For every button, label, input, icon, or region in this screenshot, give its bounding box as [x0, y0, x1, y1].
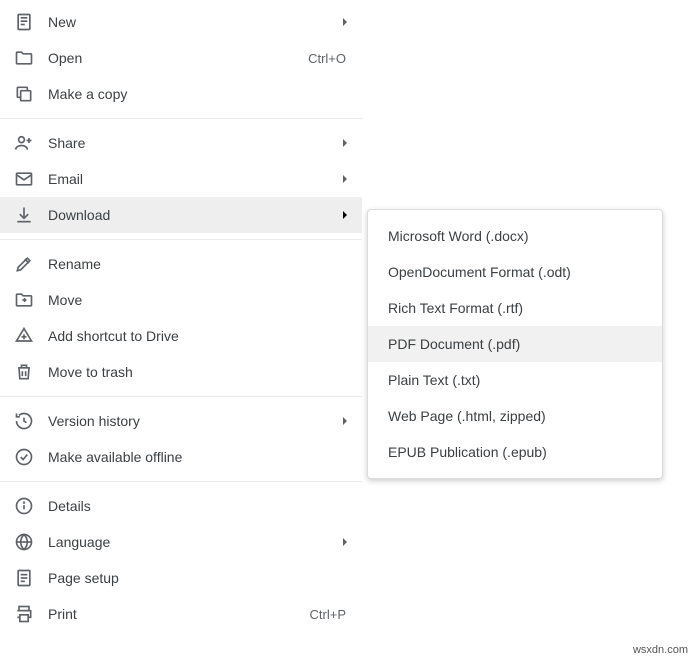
globe-icon — [14, 532, 34, 552]
print-icon — [14, 604, 34, 624]
menu-item-label: Download — [48, 207, 332, 223]
submenu-item-rtf[interactable]: Rich Text Format (.rtf) — [368, 290, 662, 326]
menu-item-label: Move — [48, 292, 350, 308]
folder-icon — [14, 48, 34, 68]
submenu-item-html[interactable]: Web Page (.html, zipped) — [368, 398, 662, 434]
drive-shortcut-icon — [14, 326, 34, 346]
submenu-item-pdf[interactable]: PDF Document (.pdf) — [368, 326, 662, 362]
menu-item-label: New — [48, 14, 332, 30]
menu-item-rename[interactable]: Rename — [0, 246, 362, 282]
menu-item-open[interactable]: Open Ctrl+O — [0, 40, 362, 76]
menu-item-language[interactable]: Language — [0, 524, 362, 560]
menu-item-label: Details — [48, 498, 350, 514]
submenu-arrow-icon — [340, 537, 350, 547]
menu-item-new[interactable]: New — [0, 4, 362, 40]
menu-item-label: Language — [48, 534, 332, 550]
history-icon — [14, 411, 34, 431]
submenu-arrow-icon — [340, 210, 350, 220]
menu-item-move[interactable]: Move — [0, 282, 362, 318]
copy-icon — [14, 84, 34, 104]
submenu-item-label: PDF Document (.pdf) — [388, 336, 520, 352]
menu-divider — [0, 396, 362, 397]
menu-divider — [0, 481, 362, 482]
submenu-item-docx[interactable]: Microsoft Word (.docx) — [368, 218, 662, 254]
submenu-item-label: OpenDocument Format (.odt) — [388, 264, 571, 280]
submenu-item-label: Plain Text (.txt) — [388, 372, 480, 388]
trash-icon — [14, 362, 34, 382]
menu-item-download[interactable]: Download — [0, 197, 362, 233]
menu-item-label: Version history — [48, 413, 332, 429]
submenu-item-label: Microsoft Word (.docx) — [388, 228, 529, 244]
menu-item-version-history[interactable]: Version history — [0, 403, 362, 439]
submenu-item-odt[interactable]: OpenDocument Format (.odt) — [368, 254, 662, 290]
menu-item-make-copy[interactable]: Make a copy — [0, 76, 362, 112]
menu-item-label: Rename — [48, 256, 350, 272]
menu-item-make-available-offline[interactable]: Make available offline — [0, 439, 362, 475]
menu-item-move-to-trash[interactable]: Move to trash — [0, 354, 362, 390]
info-icon — [14, 496, 34, 516]
page-icon — [14, 568, 34, 588]
menu-item-label: Make available offline — [48, 449, 350, 465]
pencil-icon — [14, 254, 34, 274]
email-icon — [14, 169, 34, 189]
menu-item-label: Email — [48, 171, 332, 187]
submenu-arrow-icon — [340, 174, 350, 184]
menu-item-label: Page setup — [48, 570, 350, 586]
menu-item-label: Share — [48, 135, 332, 151]
menu-item-label: Add shortcut to Drive — [48, 328, 350, 344]
file-menu: New Open Ctrl+O Make a copy Share Email — [0, 0, 362, 632]
menu-item-print[interactable]: Print Ctrl+P — [0, 596, 362, 632]
watermark: wsxdn.com — [633, 644, 688, 656]
menu-divider — [0, 118, 362, 119]
menu-item-share[interactable]: Share — [0, 125, 362, 161]
menu-item-shortcut: Ctrl+P — [310, 607, 346, 622]
offline-icon — [14, 447, 34, 467]
menu-item-shortcut: Ctrl+O — [308, 51, 346, 66]
submenu-item-label: Web Page (.html, zipped) — [388, 408, 546, 424]
document-icon — [14, 12, 34, 32]
folder-move-icon — [14, 290, 34, 310]
submenu-arrow-icon — [340, 416, 350, 426]
menu-item-label: Print — [48, 606, 310, 622]
submenu-arrow-icon — [340, 138, 350, 148]
menu-item-add-shortcut[interactable]: Add shortcut to Drive — [0, 318, 362, 354]
submenu-arrow-icon — [340, 17, 350, 27]
submenu-item-epub[interactable]: EPUB Publication (.epub) — [368, 434, 662, 470]
menu-item-label: Move to trash — [48, 364, 350, 380]
menu-divider — [0, 239, 362, 240]
menu-item-page-setup[interactable]: Page setup — [0, 560, 362, 596]
menu-item-email[interactable]: Email — [0, 161, 362, 197]
menu-item-label: Open — [48, 50, 308, 66]
menu-item-details[interactable]: Details — [0, 488, 362, 524]
download-submenu: Microsoft Word (.docx) OpenDocument Form… — [367, 209, 663, 479]
submenu-item-txt[interactable]: Plain Text (.txt) — [368, 362, 662, 398]
submenu-item-label: EPUB Publication (.epub) — [388, 444, 547, 460]
person-add-icon — [14, 133, 34, 153]
menu-item-label: Make a copy — [48, 86, 350, 102]
download-icon — [14, 205, 34, 225]
submenu-item-label: Rich Text Format (.rtf) — [388, 300, 523, 316]
